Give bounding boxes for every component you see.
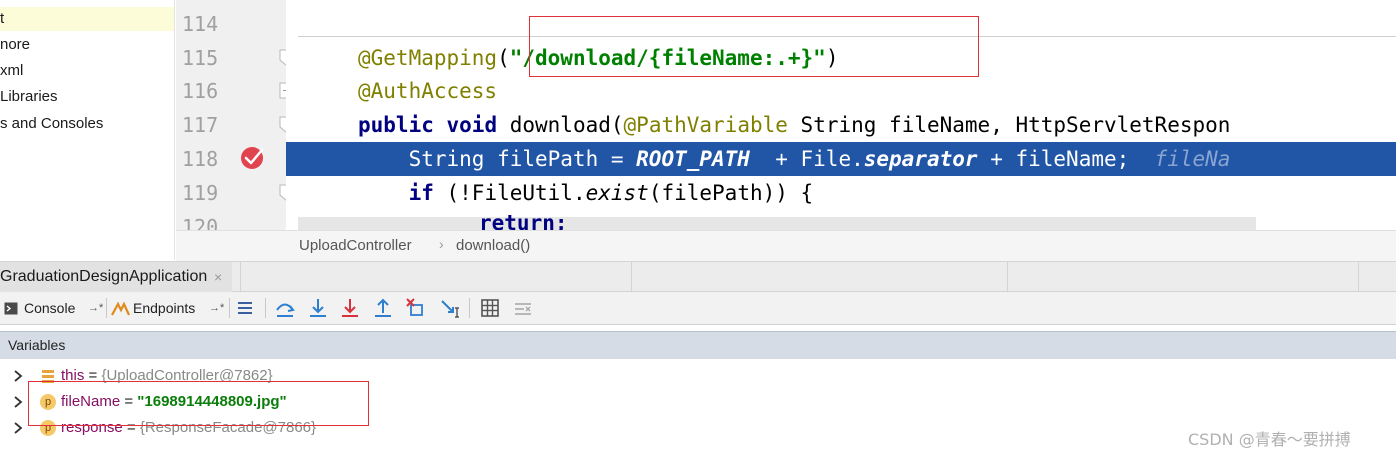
line-number: 119 bbox=[182, 181, 219, 205]
highlight-box-variable bbox=[28, 381, 369, 426]
toolbar-separator bbox=[229, 298, 230, 318]
tree-item[interactable]: t bbox=[0, 7, 174, 31]
line-number: 115 bbox=[182, 46, 219, 70]
show-execution-point-icon[interactable] bbox=[234, 297, 256, 319]
execution-line-118: String filePath = ROOT_PATH + File.separ… bbox=[286, 142, 1396, 176]
code-line-117: public void download(@PathVariable Strin… bbox=[358, 113, 1231, 137]
toolbar-separator bbox=[469, 298, 470, 318]
pin-icon[interactable]: →* bbox=[209, 294, 224, 322]
breadcrumb: UploadController › download() bbox=[176, 230, 1396, 261]
endpoints-icon bbox=[111, 301, 130, 316]
editor-gutter[interactable]: 114 115 116 117 118 119 120 bbox=[176, 0, 286, 239]
force-step-into-icon[interactable] bbox=[339, 297, 361, 319]
tab-divider bbox=[1358, 262, 1359, 292]
breadcrumb-method[interactable]: download() bbox=[456, 237, 530, 254]
breadcrumb-separator: › bbox=[439, 236, 444, 252]
tree-item[interactable]: s and Consoles bbox=[0, 112, 103, 136]
watermark: CSDN @青春～要拼搏 bbox=[1188, 430, 1351, 449]
tab-divider bbox=[1007, 262, 1008, 292]
variables-header: Variables bbox=[0, 331, 1396, 359]
tab-divider bbox=[631, 262, 632, 292]
chevron-right-icon[interactable] bbox=[12, 421, 24, 435]
inline-debug-value: fileNa bbox=[1129, 147, 1231, 171]
line-number: 114 bbox=[182, 12, 219, 36]
console-icon bbox=[4, 302, 18, 315]
tree-item[interactable]: nore bbox=[0, 33, 30, 57]
step-over-icon[interactable] bbox=[274, 297, 296, 319]
close-icon[interactable]: × bbox=[214, 262, 222, 292]
code-line-120: return; bbox=[479, 211, 568, 230]
tree-item[interactable]: xml bbox=[0, 59, 23, 83]
step-into-icon[interactable] bbox=[307, 297, 329, 319]
line-number: 117 bbox=[182, 113, 219, 137]
code-line-119: if (!FileUtil.exist(filePath)) { bbox=[408, 181, 814, 205]
trace-icon[interactable] bbox=[512, 297, 534, 319]
toolbar-separator bbox=[106, 298, 107, 318]
line-number: 116 bbox=[182, 79, 219, 103]
debug-toolbar: Console →* Endpoints →* bbox=[0, 292, 1396, 325]
line-number: 118 bbox=[182, 147, 219, 171]
project-tree: t nore xml Libraries s and Consoles bbox=[0, 0, 175, 260]
run-to-cursor-icon[interactable] bbox=[439, 297, 461, 319]
pin-icon[interactable]: →* bbox=[88, 294, 103, 322]
toolbar-separator bbox=[265, 298, 266, 318]
tree-item[interactable]: Libraries bbox=[0, 85, 58, 109]
breadcrumb-class[interactable]: UploadController bbox=[299, 237, 412, 254]
evaluate-expression-icon[interactable] bbox=[479, 297, 501, 319]
drop-frame-icon[interactable] bbox=[405, 297, 427, 319]
chevron-right-icon[interactable] bbox=[12, 395, 24, 409]
highlight-box-mapping bbox=[529, 16, 979, 77]
debug-session-tabs: GraduationDesignApplication × bbox=[0, 261, 1396, 292]
tab-run-session[interactable]: GraduationDesignApplication × bbox=[0, 262, 232, 292]
chevron-right-icon[interactable] bbox=[12, 369, 24, 383]
code-line-116: @AuthAccess bbox=[358, 79, 498, 103]
step-out-icon[interactable] bbox=[372, 297, 394, 319]
breakpoint-icon[interactable] bbox=[240, 144, 266, 170]
tab-divider bbox=[240, 262, 241, 292]
